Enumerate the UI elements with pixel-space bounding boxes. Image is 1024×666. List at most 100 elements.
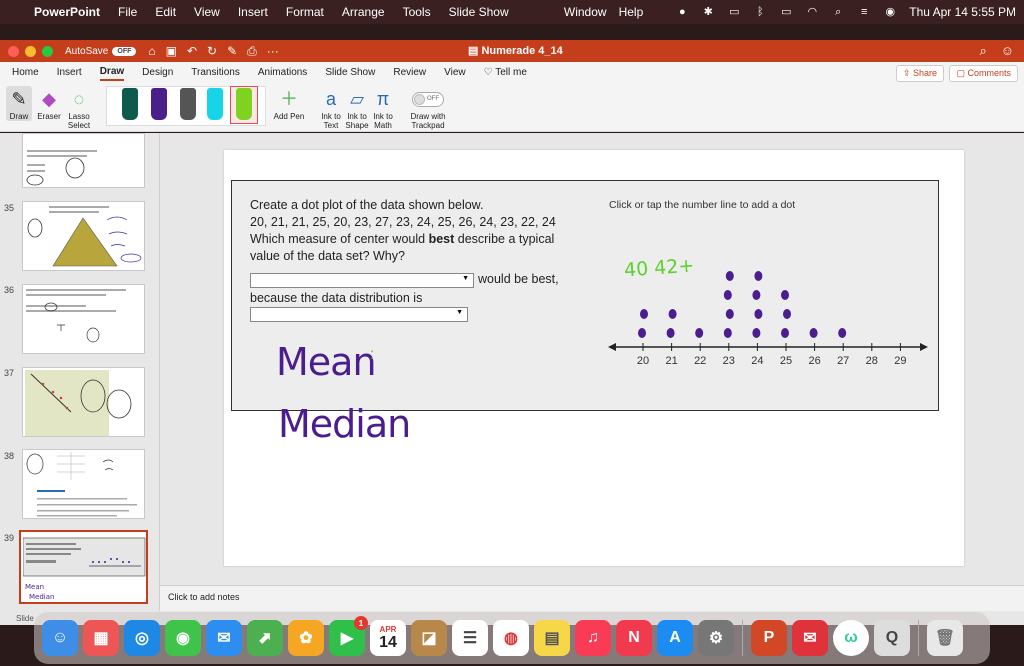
slide-thumbnail-37[interactable]	[22, 367, 145, 437]
menu-format[interactable]: Format	[286, 5, 324, 19]
slide-canvas[interactable]: Create a dot plot of the data shown belo…	[224, 150, 964, 566]
tab-transitions[interactable]: Transitions	[191, 67, 240, 80]
photos-icon[interactable]: ✿	[288, 620, 324, 656]
tab-animations[interactable]: Animations	[258, 67, 307, 80]
trackpad-toggle[interactable]: OFF	[412, 91, 444, 107]
purple-pen[interactable]	[151, 88, 167, 120]
tab-design[interactable]: Design	[142, 67, 173, 80]
slide-thumbnail-34[interactable]	[22, 133, 145, 188]
facetime-icon[interactable]: ▶ 1	[329, 616, 368, 656]
tab-home[interactable]: Home	[12, 67, 39, 80]
question-line-4: value of the data set? Why?	[250, 249, 405, 263]
print-icon[interactable]: ⎙	[247, 44, 257, 59]
menubar-clock[interactable]: Thu Apr 14 5:55 PM	[909, 5, 1016, 19]
menu-app-name[interactable]: PowerPoint	[34, 5, 100, 19]
autosave-toggle[interactable]: OFF	[112, 46, 137, 56]
draw-tool-button[interactable]: ✎ Draw	[6, 86, 32, 121]
search-icon[interactable]: ⌕	[831, 6, 845, 18]
window-titlebar: AutoSave OFF ⌂ ▣ ↶ ↻ ✎ ⎙ ··· ▤ Numerade …	[0, 40, 1024, 62]
minimize-window-button[interactable]	[25, 45, 36, 57]
lasso-select-button[interactable]: ◌ Lasso Select	[64, 86, 94, 131]
control-center-icon[interactable]: ≡	[857, 6, 871, 18]
battery-icon[interactable]: ▭	[779, 6, 793, 18]
save-icon[interactable]: ▣	[166, 44, 177, 59]
slide-thumbnail-36[interactable]	[22, 284, 145, 354]
slide-thumbnails-panel[interactable]: 35 36 37 38 39 Mean Median	[0, 133, 160, 611]
extension-icon[interactable]: ✱	[701, 6, 715, 18]
maps-icon[interactable]: ⬈	[247, 620, 283, 656]
gray-pen[interactable]	[180, 88, 196, 120]
mail-app-icon[interactable]: ✉	[792, 620, 828, 656]
tab-view[interactable]: View	[444, 67, 466, 80]
account-icon[interactable]: ☺	[1001, 43, 1014, 59]
notes-pane[interactable]: Click to add notes	[160, 585, 1024, 611]
contacts-icon[interactable]: ◪	[411, 620, 447, 656]
thumb-content	[25, 370, 132, 436]
plus-icon: ＋	[280, 88, 298, 109]
slide-number: 36	[4, 285, 15, 295]
menu-file[interactable]: File	[118, 5, 137, 19]
display-icon[interactable]: ▭	[727, 6, 741, 18]
record-icon[interactable]: ●	[675, 6, 689, 18]
bluetooth-icon[interactable]: ᛒ	[753, 6, 767, 18]
home-icon[interactable]: ⌂	[148, 44, 155, 59]
cyan-highlighter[interactable]	[207, 88, 223, 120]
tab-review[interactable]: Review	[393, 67, 426, 80]
notes-icon[interactable]: ▤	[534, 620, 570, 656]
add-pen-button[interactable]: ＋ Add Pen	[272, 86, 306, 122]
menu-slide-show[interactable]: Slide Show	[449, 5, 509, 19]
mail-icon[interactable]: ✉	[206, 620, 242, 656]
share-button[interactable]: ⇪ Share	[895, 65, 944, 82]
system-preferences-icon[interactable]: ⚙	[698, 620, 734, 656]
finder-icon[interactable]: ☺	[42, 620, 78, 656]
quicktime-icon[interactable]: Q	[874, 620, 910, 656]
distribution-dropdown[interactable]: ▼	[250, 307, 468, 322]
menu-insert[interactable]: Insert	[238, 5, 268, 19]
wifi-icon[interactable]: ◠	[805, 6, 819, 18]
dot-plot[interactable]: 20 21 22 23 24 25 26 27 28 29	[608, 261, 938, 371]
slide-thumbnail-38[interactable]	[22, 449, 145, 519]
music-icon[interactable]: ♫	[575, 620, 611, 656]
menu-help[interactable]: Help	[619, 5, 644, 19]
edit-icon[interactable]: ✎	[227, 44, 237, 59]
redo-icon[interactable]: ↻	[207, 44, 217, 59]
slide-thumbnail-35[interactable]	[22, 201, 145, 271]
dark-teal-pen[interactable]	[122, 88, 138, 120]
menu-view[interactable]: View	[194, 5, 220, 19]
close-window-button[interactable]	[8, 45, 19, 57]
menu-arrange[interactable]: Arrange	[342, 5, 385, 19]
quick-access-toolbar: ⌂ ▣ ↶ ↻ ✎ ⎙ ···	[148, 44, 278, 59]
messages-icon[interactable]: ◉	[165, 620, 201, 656]
menu-edit[interactable]: Edit	[155, 5, 176, 19]
calendar-icon[interactable]: APR 14	[370, 620, 406, 656]
trash-icon[interactable]: 🗑	[927, 620, 963, 656]
app-store-icon[interactable]: A	[657, 620, 693, 656]
launchpad-icon[interactable]: ▦	[83, 620, 119, 656]
tab-draw[interactable]: Draw	[99, 66, 125, 81]
measure-dropdown[interactable]: ▼	[250, 273, 474, 288]
ink-to-text-button[interactable]: a Ink to Text	[318, 86, 344, 131]
tick-label: 26	[808, 355, 820, 367]
tab-slide-show[interactable]: Slide Show	[325, 67, 375, 80]
siri-icon[interactable]: ◉	[883, 6, 897, 18]
comments-button[interactable]: ▢ Comments	[949, 65, 1018, 82]
menu-tools[interactable]: Tools	[403, 5, 431, 19]
safari-icon[interactable]: ◎	[124, 620, 160, 656]
chrome-icon[interactable]: ◍	[493, 620, 529, 656]
ink-to-shape-button[interactable]: ▱ Ink to Shape	[344, 86, 370, 131]
undo-icon[interactable]: ↶	[187, 44, 197, 59]
green-highlighter[interactable]	[236, 88, 252, 120]
ink-to-math-button[interactable]: π Ink to Math	[370, 86, 396, 131]
tell-me[interactable]: ♡ Tell me	[484, 67, 527, 80]
slide-thumbnail-39-selected[interactable]: Mean Median	[19, 530, 148, 604]
news-icon[interactable]: N	[616, 620, 652, 656]
zoom-window-button[interactable]	[42, 45, 53, 57]
reminders-icon[interactable]: ☰	[452, 620, 488, 656]
menu-window[interactable]: Window	[564, 5, 607, 19]
eraser-button[interactable]: ◆ Eraser	[36, 86, 62, 122]
powerpoint-icon[interactable]: P	[751, 620, 787, 656]
more-icon[interactable]: ···	[267, 44, 279, 59]
numerade-icon[interactable]: ω	[833, 620, 869, 656]
search-icon[interactable]: ⌕	[979, 43, 986, 59]
tab-insert[interactable]: Insert	[57, 67, 82, 80]
